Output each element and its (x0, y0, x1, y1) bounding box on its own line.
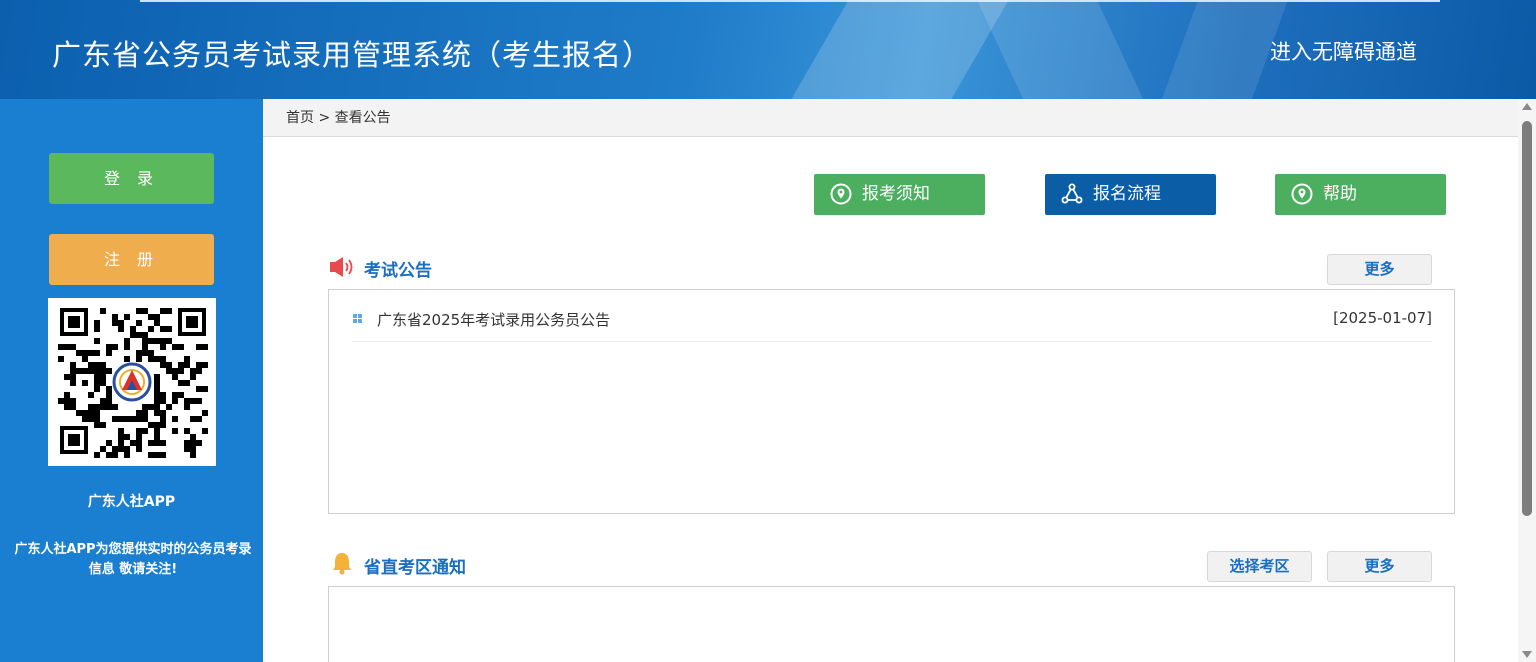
breadcrumb-home[interactable]: 首页 (286, 110, 314, 126)
scroll-down-arrow-icon[interactable] (1522, 651, 1532, 658)
district-notices-panel (328, 586, 1455, 662)
exam-notices-title: 考试公告 (364, 261, 432, 281)
header-decoration (976, 0, 1144, 99)
tab-label: 帮助 (1323, 184, 1357, 204)
header-decoration (791, 0, 1009, 99)
flow-cycle-icon (1061, 183, 1083, 204)
qr-code-image (48, 298, 216, 466)
tab-exam-instructions[interactable]: 报考须知 (814, 174, 985, 215)
exam-notices-more-button[interactable]: 更多 (1327, 254, 1432, 285)
tab-help[interactable]: 帮助 (1275, 174, 1446, 215)
login-button[interactable]: 登 录 (49, 153, 214, 204)
tab-label: 报考须知 (862, 184, 930, 204)
tab-label: 报名流程 (1093, 184, 1161, 204)
header-banner: 广东省公务员考试录用管理系统（考生报名） 进入无障碍通道 (0, 0, 1536, 99)
notice-date: [2025-01-07] (1333, 309, 1432, 327)
sidebar: 登 录 注 册 广东人社APP 广东人社APP为您提供实时的公务员考录信息 敬请… (0, 99, 263, 662)
app-qr-code (48, 298, 216, 466)
location-pin-icon (830, 183, 852, 205)
scrollbar-thumb[interactable] (1522, 121, 1532, 516)
district-notices-title: 省直考区通知 (364, 558, 466, 578)
breadcrumb-current: 查看公告 (334, 110, 391, 126)
tab-registration-process[interactable]: 报名流程 (1045, 174, 1216, 215)
scroll-up-arrow-icon[interactable] (1522, 103, 1532, 110)
bell-icon (333, 553, 351, 575)
grid-bullet-icon (353, 314, 363, 324)
register-button[interactable]: 注 册 (49, 234, 214, 285)
district-notices-more-button[interactable]: 更多 (1327, 551, 1432, 582)
app-description: 广东人社APP为您提供实时的公务员考录信息 敬请关注! (14, 542, 252, 577)
select-area-button[interactable]: 选择考区 (1207, 551, 1312, 582)
accessibility-link[interactable]: 进入无障碍通道 (1270, 36, 1417, 66)
notice-title[interactable]: 广东省2025年考试录用公务员公告 (377, 309, 610, 330)
scrollbar[interactable] (1518, 99, 1536, 662)
speaker-icon (330, 257, 353, 277)
breadcrumb: 首页 > 查看公告 (263, 99, 1518, 137)
location-pin-icon (1291, 183, 1313, 205)
page-title: 广东省公务员考试录用管理系统（考生报名） (52, 38, 653, 72)
app-name: 广东人社APP (87, 494, 176, 510)
breadcrumb-separator: > (318, 110, 331, 126)
list-item[interactable]: 广东省2025年考试录用公务员公告 [2025-01-07] (352, 308, 1432, 342)
exam-notices-panel: 广东省2025年考试录用公务员公告 [2025-01-07] (328, 289, 1455, 514)
